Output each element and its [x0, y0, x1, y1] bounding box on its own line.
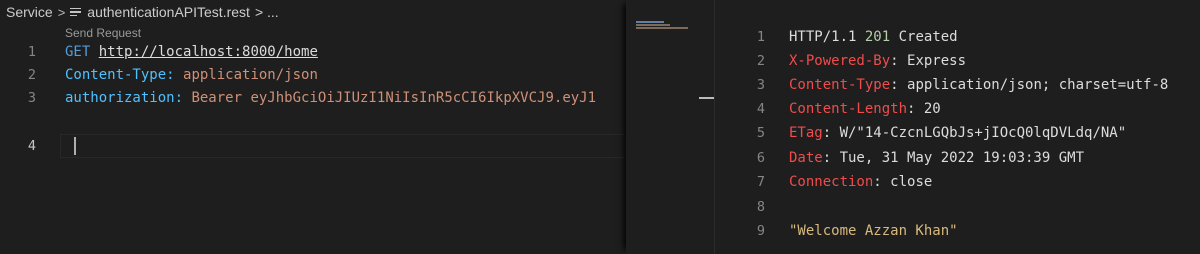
- minimap-line: [636, 27, 688, 29]
- line-number: 4: [756, 101, 765, 117]
- response-header-value: : application/json; charset=utf-8: [890, 77, 1169, 93]
- minimap-line: [636, 24, 670, 26]
- send-request-link[interactable]: Send Request: [65, 26, 141, 40]
- line-number: 1: [756, 29, 765, 45]
- http-protocol: HTTP/1.1: [789, 29, 857, 45]
- minimap-line: [636, 21, 664, 23]
- header-key: authorization:: [65, 90, 184, 106]
- response-pane[interactable]: 1 HTTP/1.1 201 Created 2 X-Powered-By: E…: [715, 0, 1200, 254]
- breadcrumb-separator: >: [57, 4, 66, 20]
- response-header-value: : Tue, 31 May 2022 19:03:39 GMT: [822, 150, 1085, 166]
- line-number: 6: [756, 150, 765, 166]
- line-number: 8: [756, 199, 765, 215]
- response-header-key: X-Powered-By: [789, 53, 891, 69]
- request-url[interactable]: http://localhost:8000/home: [99, 44, 318, 60]
- response-header-value: : 20: [907, 101, 941, 117]
- line-number: 2: [27, 67, 36, 83]
- response-body: "Welcome Azzan Khan": [789, 223, 958, 239]
- http-method: GET: [65, 44, 91, 60]
- code-line-2[interactable]: 2 Content-Type: application/json: [0, 63, 640, 87]
- breadcrumb-trail[interactable]: > ...: [255, 4, 279, 20]
- line-number: 2: [756, 53, 765, 69]
- file-lines-icon: [70, 7, 82, 17]
- line-number: 5: [756, 125, 765, 141]
- line-number: 3: [27, 90, 36, 106]
- response-header-key: Connection: [789, 174, 874, 190]
- header-value: application/json: [183, 67, 318, 83]
- response-header-key: Content-Type: [789, 77, 891, 93]
- request-editor-pane[interactable]: Service > authenticationAPITest.rest > .…: [0, 0, 714, 254]
- text-cursor: [74, 137, 76, 155]
- breadcrumb-file[interactable]: authenticationAPITest.rest: [87, 4, 250, 20]
- header-value: Bearer eyJhbGciOiJIUzI1NiIsInR5cCI6IkpXV…: [191, 90, 597, 106]
- response-header-key: Content-Length: [789, 101, 908, 117]
- response-header-key: ETag: [789, 125, 823, 141]
- line-number: 9: [756, 223, 765, 239]
- line-number: 3: [756, 77, 765, 93]
- response-header-key: Date: [789, 150, 823, 166]
- status-text: Created: [898, 29, 958, 45]
- breadcrumb: Service > authenticationAPITest.rest > .…: [6, 3, 279, 21]
- status-code: 201: [864, 29, 891, 45]
- code-line-4[interactable]: 4: [0, 134, 640, 158]
- minimap[interactable]: [626, 0, 714, 254]
- code-line-1[interactable]: 1 GET http://localhost:8000/home: [0, 40, 640, 64]
- code-line-3[interactable]: 3 authorization: Bearer eyJhbGciOiJIUzI1…: [0, 86, 640, 110]
- overview-ruler-marker: [699, 97, 714, 99]
- line-number: 7: [756, 174, 765, 190]
- response-header-value: : W/"14-CzcnLGQbJs+jIOcQ0lqDVLdq/NA": [822, 125, 1127, 141]
- response-header-value: : close: [873, 174, 933, 190]
- header-key: Content-Type:: [65, 67, 175, 83]
- line-number: 4: [27, 138, 36, 154]
- breadcrumb-folder[interactable]: Service: [6, 4, 53, 20]
- response-header-value: : Express: [890, 53, 967, 69]
- line-number: 1: [27, 44, 36, 60]
